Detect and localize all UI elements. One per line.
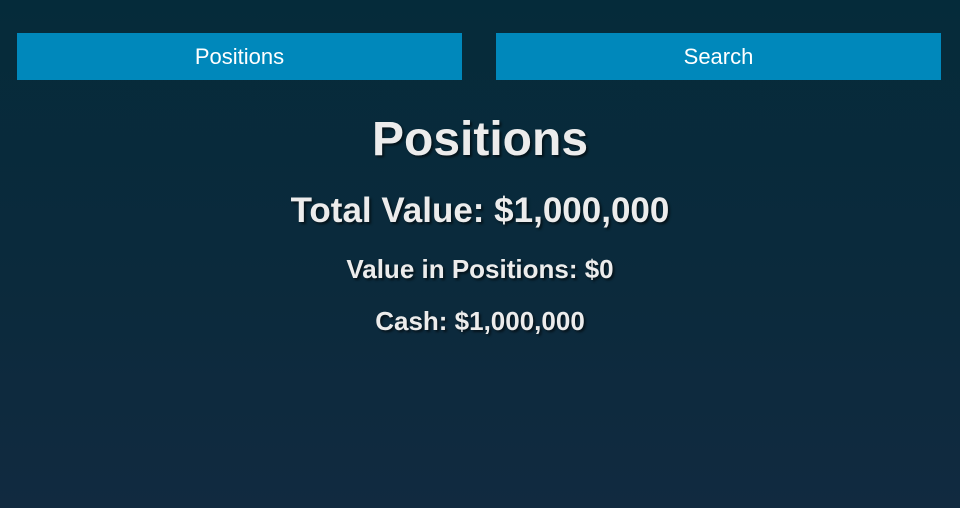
total-value-text: Total Value: $1,000,000 <box>290 191 670 230</box>
search-nav-button[interactable]: Search <box>496 33 941 80</box>
cash-text: Cash: $1,000,000 <box>375 306 585 336</box>
positions-nav-button[interactable]: Positions <box>17 33 462 80</box>
top-nav: Positions Search <box>17 33 941 80</box>
value-in-positions-text: Value in Positions: $0 <box>346 254 614 284</box>
page-title: Positions <box>371 113 589 166</box>
